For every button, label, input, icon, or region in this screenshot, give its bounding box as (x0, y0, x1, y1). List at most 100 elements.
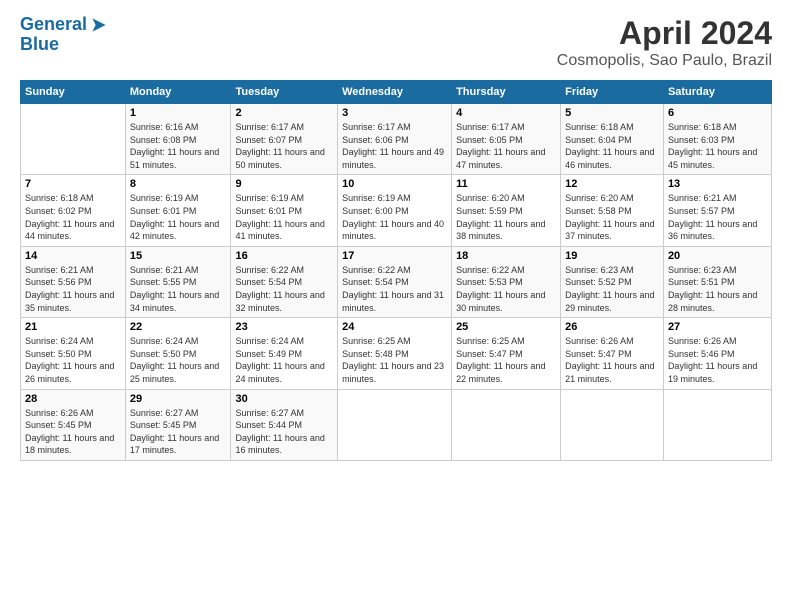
col-friday: Friday (561, 81, 664, 104)
day-detail: Sunrise: 6:25 AMSunset: 5:47 PMDaylight:… (456, 335, 556, 385)
day-detail: Sunrise: 6:19 AMSunset: 6:00 PMDaylight:… (342, 192, 447, 242)
cell-w0d0 (21, 104, 126, 175)
day-number: 16 (235, 250, 333, 262)
cell-w2d3: 17 Sunrise: 6:22 AMSunset: 5:54 PMDayligh… (338, 246, 452, 317)
day-number: 25 (456, 321, 556, 333)
day-number: 27 (668, 321, 767, 333)
week-row-4: 28Sunrise: 6:26 AMSunset: 5:45 PMDayligh… (21, 389, 772, 460)
cell-w2d4: 18Sunrise: 6:22 AMSunset: 5:53 PMDayligh… (452, 246, 561, 317)
day-number: 15 (130, 250, 227, 262)
cell-w1d3: 10 Sunrise: 6:19 AMSunset: 6:00 PMDayligh… (338, 175, 452, 246)
day-number: 1 (130, 107, 227, 119)
day-detail: Sunrise: 6:18 AMSunset: 6:02 PMDaylight:… (25, 192, 121, 242)
day-number: 5 (565, 107, 659, 119)
cell-w2d2: 16 Sunrise: 6:22 AMSunset: 5:54 PMDayligh… (231, 246, 338, 317)
week-row-3: 21 Sunrise: 6:24 AMSunset: 5:50 PMDayligh… (21, 318, 772, 389)
day-number: 17 (342, 250, 447, 262)
cell-w3d5: 26 Sunrise: 6:26 AMSunset: 5:47 PMDayligh… (561, 318, 664, 389)
day-detail: Sunrise: 6:20 AMSunset: 5:59 PMDaylight:… (456, 192, 556, 242)
day-number: 2 (235, 107, 333, 119)
day-number: 12 (565, 178, 659, 190)
day-detail: Sunrise: 6:23 AMSunset: 5:51 PMDaylight:… (668, 264, 767, 314)
day-detail: Sunrise: 6:26 AMSunset: 5:46 PMDaylight:… (668, 335, 767, 385)
day-number: 29 (130, 393, 227, 405)
day-number: 14 (25, 250, 121, 262)
cell-w4d1: 29 Sunrise: 6:27 AMSunset: 5:45 PMDayligh… (125, 389, 231, 460)
main-title: April 2024 (557, 15, 772, 52)
col-tuesday: Tuesday (231, 81, 338, 104)
day-number: 30 (235, 393, 333, 405)
col-monday: Monday (125, 81, 231, 104)
cell-w4d2: 30 Sunrise: 6:27 AMSunset: 5:44 PMDayligh… (231, 389, 338, 460)
cell-w4d0: 28Sunrise: 6:26 AMSunset: 5:45 PMDayligh… (21, 389, 126, 460)
header: General Blue April 2024 Cosmopolis, Sao … (20, 15, 772, 70)
cell-w0d5: 5 Sunrise: 6:18 AMSunset: 6:04 PMDaylight… (561, 104, 664, 175)
day-number: 21 (25, 321, 121, 333)
cell-w1d1: 8 Sunrise: 6:19 AMSunset: 6:01 PMDaylight… (125, 175, 231, 246)
day-detail: Sunrise: 6:17 AMSunset: 6:07 PMDaylight:… (235, 121, 333, 171)
week-row-2: 14 Sunrise: 6:21 AMSunset: 5:56 PMDayligh… (21, 246, 772, 317)
cell-w3d4: 25 Sunrise: 6:25 AMSunset: 5:47 PMDayligh… (452, 318, 561, 389)
day-detail: Sunrise: 6:21 AMSunset: 5:56 PMDaylight:… (25, 264, 121, 314)
cell-w4d4 (452, 389, 561, 460)
cell-w3d1: 22 Sunrise: 6:24 AMSunset: 5:50 PMDayligh… (125, 318, 231, 389)
col-sunday: Sunday (21, 81, 126, 104)
cell-w3d6: 27 Sunrise: 6:26 AMSunset: 5:46 PMDayligh… (663, 318, 771, 389)
cell-w4d3 (338, 389, 452, 460)
cell-w1d5: 12 Sunrise: 6:20 AMSunset: 5:58 PMDayligh… (561, 175, 664, 246)
day-detail: Sunrise: 6:22 AMSunset: 5:53 PMDaylight:… (456, 264, 556, 314)
day-detail: Sunrise: 6:25 AMSunset: 5:48 PMDaylight:… (342, 335, 447, 385)
day-number: 20 (668, 250, 767, 262)
subtitle: Cosmopolis, Sao Paulo, Brazil (557, 52, 772, 70)
day-detail: Sunrise: 6:24 AMSunset: 5:50 PMDaylight:… (25, 335, 121, 385)
day-detail: Sunrise: 6:27 AMSunset: 5:44 PMDaylight:… (235, 407, 333, 457)
day-number: 8 (130, 178, 227, 190)
day-number: 3 (342, 107, 447, 119)
logo-blue-text: Blue (20, 34, 59, 54)
day-detail: Sunrise: 6:16 AMSunset: 6:08 PMDaylight:… (130, 121, 227, 171)
day-number: 11 (456, 178, 556, 190)
day-detail: Sunrise: 6:22 AMSunset: 5:54 PMDaylight:… (342, 264, 447, 314)
col-saturday: Saturday (663, 81, 771, 104)
cell-w3d3: 24 Sunrise: 6:25 AMSunset: 5:48 PMDayligh… (338, 318, 452, 389)
day-detail: Sunrise: 6:20 AMSunset: 5:58 PMDaylight:… (565, 192, 659, 242)
day-detail: Sunrise: 6:27 AMSunset: 5:45 PMDaylight:… (130, 407, 227, 457)
cell-w0d4: 4Sunrise: 6:17 AMSunset: 6:05 PMDaylight… (452, 104, 561, 175)
cell-w2d1: 15Sunrise: 6:21 AMSunset: 5:55 PMDayligh… (125, 246, 231, 317)
day-number: 23 (235, 321, 333, 333)
day-number: 9 (235, 178, 333, 190)
title-block: April 2024 Cosmopolis, Sao Paulo, Brazil (557, 15, 772, 70)
day-number: 7 (25, 178, 121, 190)
day-detail: Sunrise: 6:18 AMSunset: 6:04 PMDaylight:… (565, 121, 659, 171)
cell-w2d5: 19 Sunrise: 6:23 AMSunset: 5:52 PMDayligh… (561, 246, 664, 317)
logo: General Blue (20, 15, 109, 55)
calendar-table: Sunday Monday Tuesday Wednesday Thursday… (20, 80, 772, 461)
day-number: 10 (342, 178, 447, 190)
cell-w3d2: 23 Sunrise: 6:24 AMSunset: 5:49 PMDayligh… (231, 318, 338, 389)
day-number: 24 (342, 321, 447, 333)
day-number: 26 (565, 321, 659, 333)
logo-icon (89, 15, 109, 35)
cell-w0d6: 6Sunrise: 6:18 AMSunset: 6:03 PMDaylight… (663, 104, 771, 175)
day-detail: Sunrise: 6:26 AMSunset: 5:47 PMDaylight:… (565, 335, 659, 385)
day-detail: Sunrise: 6:23 AMSunset: 5:52 PMDaylight:… (565, 264, 659, 314)
cell-w1d2: 9Sunrise: 6:19 AMSunset: 6:01 PMDaylight… (231, 175, 338, 246)
day-number: 28 (25, 393, 121, 405)
day-detail: Sunrise: 6:21 AMSunset: 5:57 PMDaylight:… (668, 192, 767, 242)
week-row-0: 1 Sunrise: 6:16 AMSunset: 6:08 PMDaylight… (21, 104, 772, 175)
day-detail: Sunrise: 6:17 AMSunset: 6:05 PMDaylight:… (456, 121, 556, 171)
day-detail: Sunrise: 6:24 AMSunset: 5:49 PMDaylight:… (235, 335, 333, 385)
cell-w1d6: 13 Sunrise: 6:21 AMSunset: 5:57 PMDayligh… (663, 175, 771, 246)
cell-w0d3: 3Sunrise: 6:17 AMSunset: 6:06 PMDaylight… (338, 104, 452, 175)
logo-text: General (20, 15, 87, 35)
day-number: 13 (668, 178, 767, 190)
header-row: Sunday Monday Tuesday Wednesday Thursday… (21, 81, 772, 104)
day-number: 19 (565, 250, 659, 262)
week-row-1: 7 Sunrise: 6:18 AMSunset: 6:02 PMDaylight… (21, 175, 772, 246)
day-number: 22 (130, 321, 227, 333)
day-number: 6 (668, 107, 767, 119)
day-detail: Sunrise: 6:19 AMSunset: 6:01 PMDaylight:… (130, 192, 227, 242)
cell-w3d0: 21 Sunrise: 6:24 AMSunset: 5:50 PMDayligh… (21, 318, 126, 389)
day-detail: Sunrise: 6:24 AMSunset: 5:50 PMDaylight:… (130, 335, 227, 385)
day-detail: Sunrise: 6:22 AMSunset: 5:54 PMDaylight:… (235, 264, 333, 314)
